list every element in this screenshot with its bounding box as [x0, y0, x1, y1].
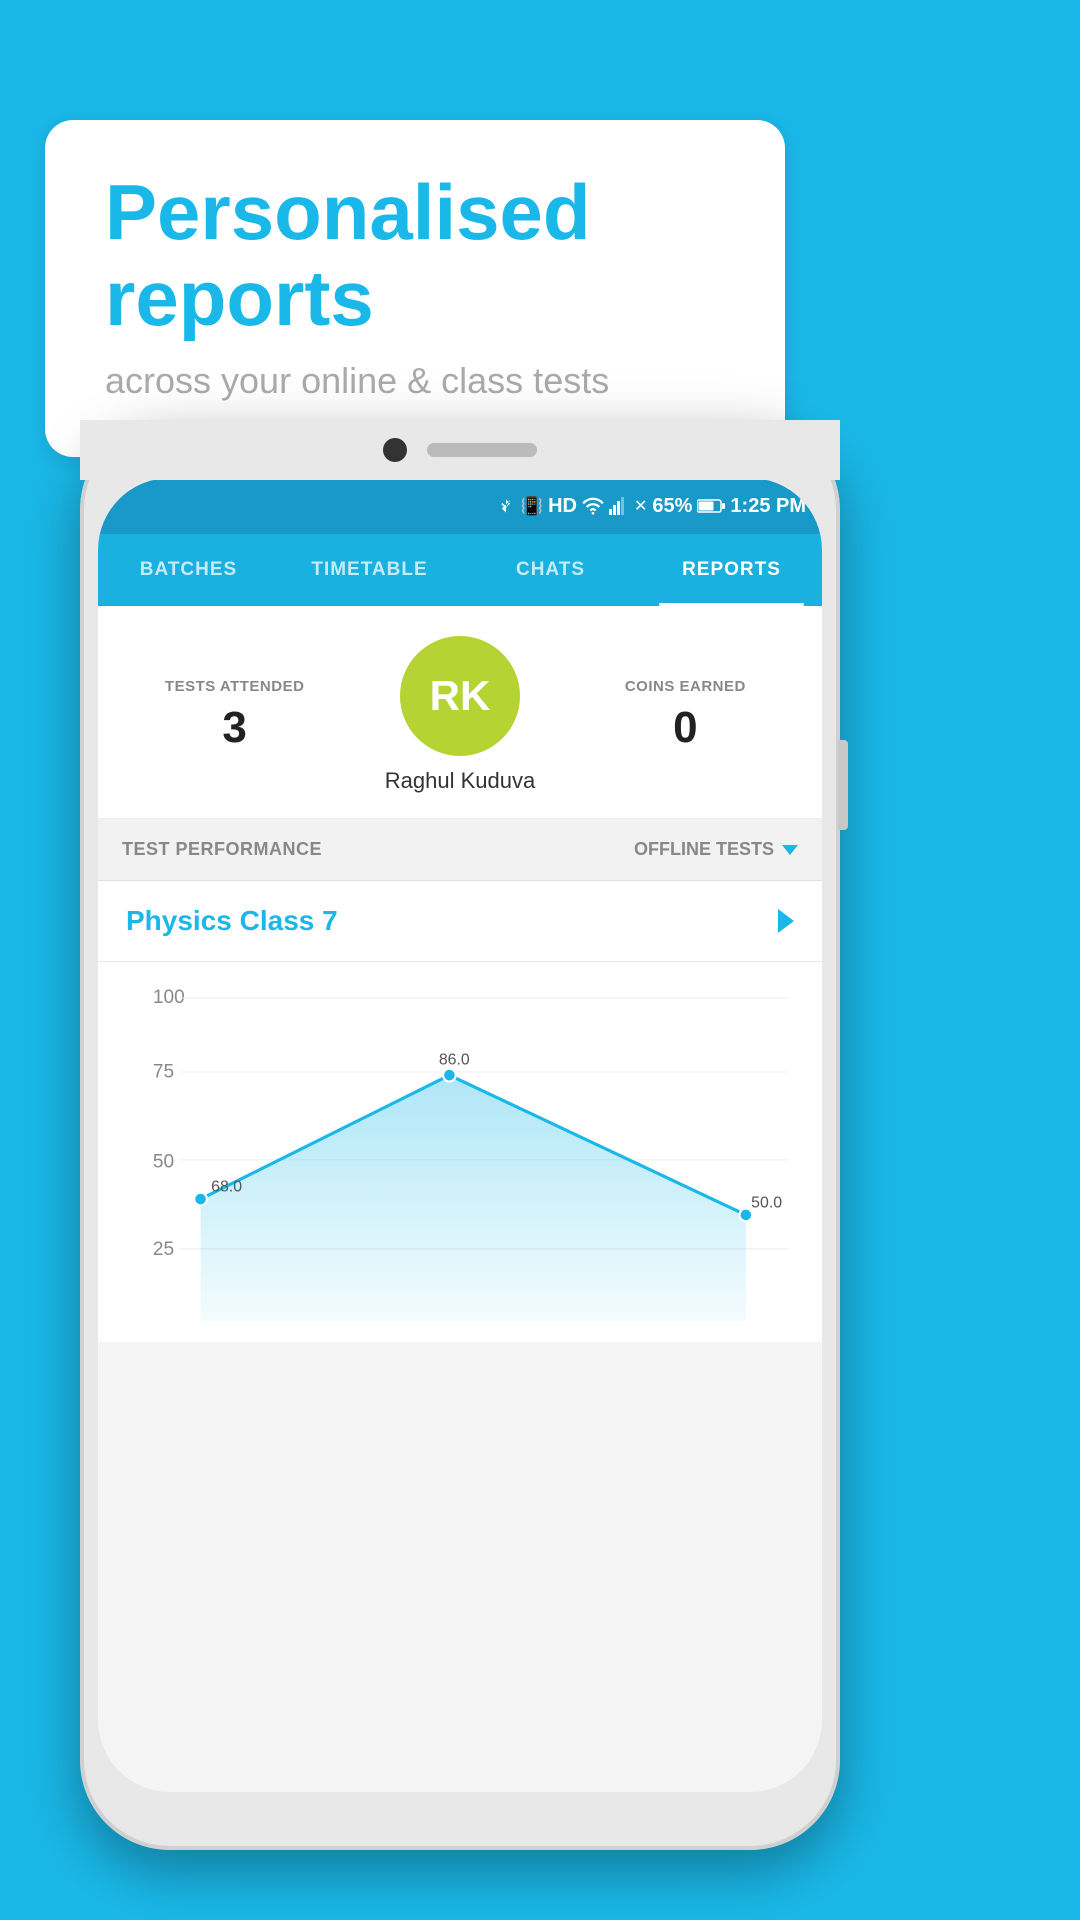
phone-speaker [427, 443, 537, 457]
performance-chart: 100 75 50 25 [114, 982, 806, 1342]
coins-earned-block: COINS EARNED 0 [573, 678, 798, 753]
phone-screen: 📳 HD ✕ 65% [98, 478, 822, 1792]
class-row[interactable]: Physics Class 7 [98, 881, 822, 962]
data-label-1: 68.0 [211, 1179, 242, 1196]
user-avatar: RK [400, 636, 520, 756]
coins-earned-label: COINS EARNED [573, 678, 798, 695]
signal-icon [609, 497, 629, 515]
y-label-25: 25 [153, 1239, 174, 1260]
bluetooth-icon [496, 496, 516, 516]
data-point-2 [443, 1069, 456, 1082]
tab-reports[interactable]: REPORTS [641, 534, 822, 606]
user-section: TESTS ATTENDED 3 RK Raghul Kuduva COINS … [98, 606, 822, 819]
wifi-icon [582, 497, 604, 515]
no-signal-icon: ✕ [634, 496, 647, 516]
tab-chats[interactable]: CHATS [460, 534, 641, 606]
y-label-50: 50 [153, 1151, 174, 1172]
speech-bubble: Personalised reports across your online … [45, 120, 785, 457]
bubble-subtitle: across your online & class tests [105, 360, 725, 402]
status-icons: 📳 HD ✕ 65% [496, 495, 806, 518]
tests-attended-label: TESTS ATTENDED [122, 678, 347, 695]
chevron-down-icon [782, 845, 798, 855]
time-display: 1:25 PM [730, 495, 806, 518]
chart-area: 100 75 50 25 [98, 962, 822, 1342]
avatar-block: RK Raghul Kuduva [347, 636, 572, 794]
data-label-2: 86.0 [439, 1052, 470, 1069]
user-name: Raghul Kuduva [385, 768, 535, 794]
tab-batches[interactable]: BATCHES [98, 534, 279, 606]
class-name: Physics Class 7 [126, 905, 338, 937]
battery-pct: 65% [652, 495, 692, 518]
nav-tabs: BATCHES TIMETABLE CHATS REPORTS [98, 534, 822, 606]
y-label-75: 75 [153, 1061, 174, 1082]
performance-label: TEST PERFORMANCE [122, 839, 322, 860]
power-button [838, 740, 848, 830]
tab-timetable[interactable]: TIMETABLE [279, 534, 460, 606]
phone-top-notch [80, 420, 840, 480]
performance-header: TEST PERFORMANCE OFFLINE TESTS [98, 819, 822, 881]
filter-button[interactable]: OFFLINE TESTS [634, 839, 798, 860]
phone-container: 📳 HD ✕ 65% [80, 420, 840, 1850]
app-content: TESTS ATTENDED 3 RK Raghul Kuduva COINS … [98, 606, 822, 1342]
battery-icon [697, 498, 725, 514]
network-label: HD [548, 495, 577, 518]
vibrate-icon: 📳 [521, 496, 543, 517]
data-label-3: 50.0 [751, 1195, 782, 1212]
chart-area-fill [201, 1075, 746, 1321]
tests-attended-value: 3 [122, 703, 347, 753]
data-point-1 [194, 1193, 207, 1206]
front-camera [383, 438, 407, 462]
status-bar: 📳 HD ✕ 65% [98, 478, 822, 534]
chevron-right-icon [778, 909, 794, 933]
coins-earned-value: 0 [573, 703, 798, 753]
bubble-title: Personalised reports [105, 170, 725, 342]
tests-attended-block: TESTS ATTENDED 3 [122, 678, 347, 753]
